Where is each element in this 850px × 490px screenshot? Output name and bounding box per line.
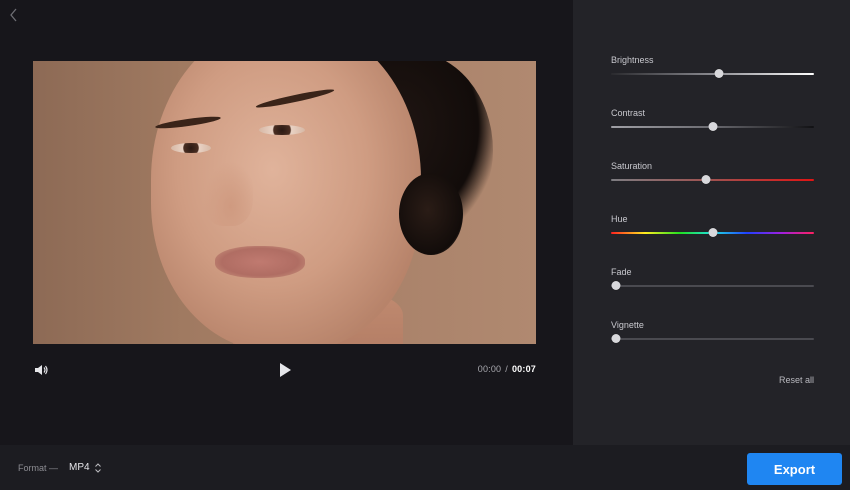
adjustments-panel: Reset all Brightness Contrast Saturation Hu…: [573, 0, 850, 445]
export-button[interactable]: Export: [747, 453, 842, 485]
video-eye-left: [171, 143, 211, 153]
format-toggle[interactable]: [94, 461, 102, 473]
video-preview[interactable]: [33, 61, 536, 344]
slider-thumb[interactable]: [708, 122, 717, 131]
slider-track[interactable]: [611, 338, 814, 340]
slider-track[interactable]: [611, 285, 814, 287]
slider-label: Saturation: [611, 161, 653, 171]
slider-thumb[interactable]: [611, 281, 620, 290]
video-editor: 00:00/00:07 Reset all Brightness Contrast…: [0, 0, 850, 490]
slider-thumb[interactable]: [611, 334, 620, 343]
video-lips: [215, 246, 305, 278]
reset-all-button[interactable]: Reset all: [779, 375, 814, 385]
time-readout: 00:00/00:07: [478, 364, 536, 374]
slider-label: Hue: [611, 214, 628, 224]
slider-track[interactable]: [611, 73, 814, 75]
sort-arrows-icon: [95, 463, 101, 473]
slider-track[interactable]: [611, 179, 814, 181]
video-nose: [203, 161, 253, 226]
time-current: 00:00: [477, 364, 502, 374]
slider-label: Fade: [611, 267, 632, 277]
slider-label: Brightness: [611, 55, 654, 65]
volume-button[interactable]: [33, 362, 49, 378]
format-label: Format —: [18, 463, 59, 473]
slider-thumb[interactable]: [701, 175, 711, 184]
player-controls: 00:00/00:07: [33, 360, 536, 380]
back-button[interactable]: [6, 7, 22, 23]
volume-icon: [35, 365, 48, 375]
chevron-left-icon: [10, 8, 17, 22]
preview-area: 00:00/00:07: [0, 0, 573, 445]
slider-thumb[interactable]: [708, 228, 717, 237]
play-button[interactable]: [277, 362, 293, 378]
video-hair-bun: [399, 173, 463, 255]
video-eye-right: [259, 125, 305, 135]
slider-label: Vignette: [611, 320, 644, 330]
format-select[interactable]: MP4: [69, 462, 90, 473]
slider-thumb[interactable]: [714, 69, 724, 78]
bottom-bar: Format — MP4 Export: [0, 445, 850, 490]
play-icon: [280, 363, 291, 377]
time-total: 00:07: [511, 364, 536, 374]
time-separator: /: [505, 364, 508, 374]
slider-label: Contrast: [611, 108, 646, 118]
